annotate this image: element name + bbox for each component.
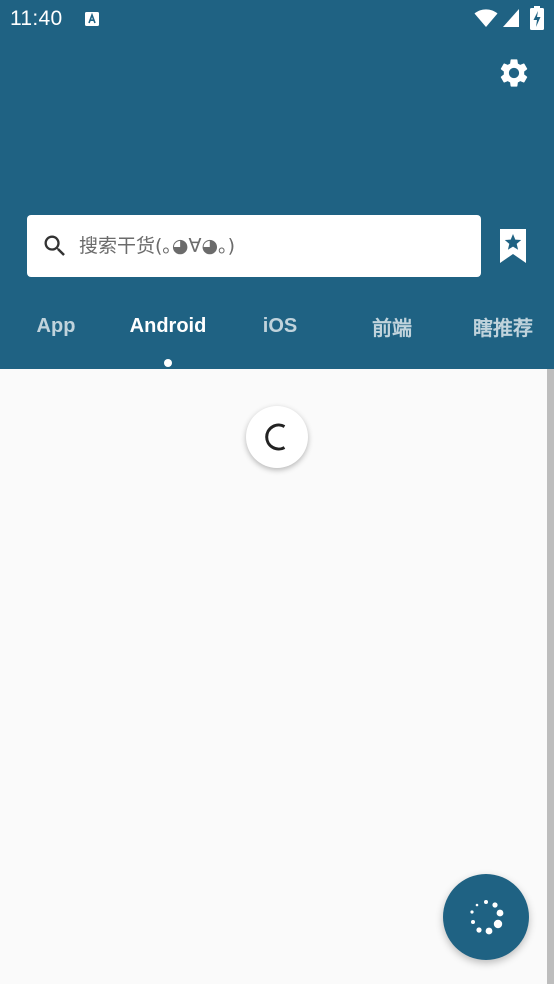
tab-recommend[interactable]: 瞎推荐 (447, 298, 554, 354)
search-box[interactable] (27, 215, 481, 277)
battery-charging-icon (530, 6, 544, 30)
scrollbar[interactable] (547, 369, 554, 984)
tab-frontend[interactable]: 前端 (336, 298, 448, 354)
tab-app[interactable]: App (0, 298, 112, 354)
tab-ios[interactable]: iOS (224, 298, 336, 354)
notification-a-icon (85, 12, 99, 26)
bookmarks-button[interactable] (496, 225, 530, 267)
status-time: 11:40 (10, 7, 63, 30)
search-input[interactable] (79, 215, 469, 277)
settings-button[interactable] (492, 51, 536, 95)
loading-indicator (246, 406, 308, 468)
tab-indicator (164, 359, 172, 367)
cell-signal-icon (503, 9, 519, 27)
tab-android[interactable]: Android (112, 298, 224, 354)
loading-dots-icon (470, 900, 504, 935)
gear-icon (500, 59, 528, 87)
wifi-icon (474, 9, 498, 27)
bookmark-star-icon (500, 229, 526, 263)
status-bar: 11:40 (0, 0, 554, 38)
category-tabs: App Android iOS 前端 瞎推荐 (0, 298, 554, 358)
refresh-fab[interactable] (443, 874, 529, 960)
loading-spinner-icon (265, 423, 286, 451)
app-header: 11:40 App An (0, 0, 554, 369)
search-icon (44, 235, 65, 256)
